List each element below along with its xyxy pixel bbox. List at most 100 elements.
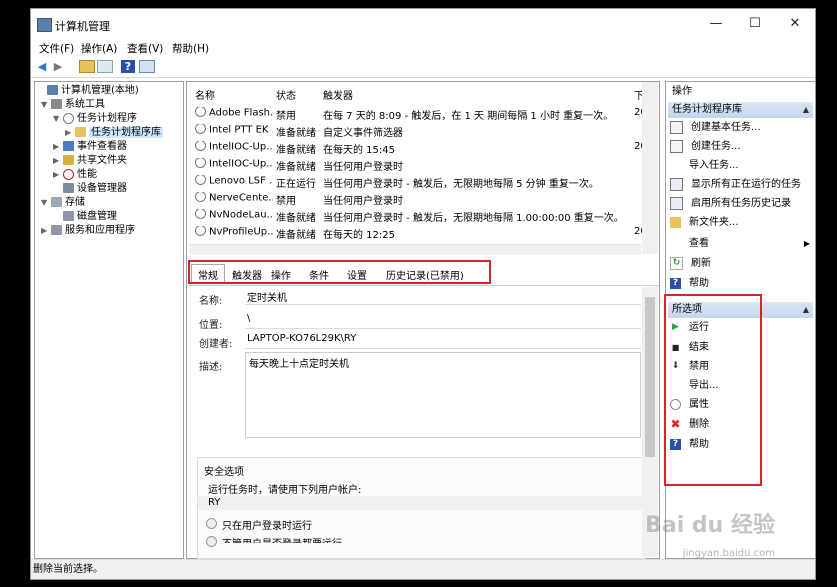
tree-disk-management[interactable]: 磁盘管理 [53, 210, 117, 224]
scrollbar-thumb[interactable] [645, 297, 655, 457]
security-options-title: 安全选项 [204, 467, 244, 478]
tree-system-tools[interactable]: ▼ 系统工具 [41, 98, 105, 112]
title-bar: 计算机管理 — ☐ ✕ [31, 9, 815, 39]
table-row[interactable]: IntelIOC-Up... 准备就绪 当任何用户登录时 [187, 156, 642, 173]
name-field[interactable]: 定时关机 [245, 288, 641, 305]
tree-shared-folders[interactable]: ▶ 共享文件夹 [53, 154, 127, 168]
tree-task-library[interactable]: ▶ 任务计划程序库 [65, 126, 163, 140]
action-new-folder[interactable]: 新文件夹... [670, 215, 739, 231]
status-bar: 删除当前选择。 [31, 559, 815, 579]
task-clock-icon [195, 158, 206, 168]
radio-logged-on-only[interactable] [206, 518, 217, 529]
task-list-horizontal-scrollbar[interactable] [189, 244, 641, 255]
tree-task-scheduler[interactable]: ▼ 任务计划程序 [53, 112, 137, 126]
security-options-group: 安全选项 运行任务时，请使用下列用户帐户: RY 只在用户登录时运行 不管用户是… [197, 457, 646, 559]
watermark-url: jingyan.baidu.com [682, 548, 775, 559]
location-field: \ [245, 312, 641, 329]
toolbar: ◀ ▶ ? [31, 57, 815, 78]
performance-icon [63, 168, 74, 180]
task-clock-icon [195, 141, 206, 151]
folder-up-icon[interactable] [79, 60, 95, 73]
menu-bar: 文件(F) 操作(A) 查看(V) 帮助(H) [31, 39, 815, 57]
table-row[interactable]: IntelIOC-Up... 准备就绪 在每天的 15:45 20 [187, 139, 647, 156]
radio-whether-logged-on[interactable] [206, 536, 217, 547]
action-import-task[interactable]: 导入任务... [670, 158, 739, 174]
tree-event-viewer[interactable]: ▶ 事件查看器 [53, 140, 127, 154]
collapse-up-icon[interactable]: ▲ [803, 102, 809, 118]
computer-management-window: 计算机管理 — ☐ ✕ 文件(F) 操作(A) 查看(V) 帮助(H) ◀ ▶ … [30, 8, 816, 580]
refresh-icon: ↻ [670, 256, 683, 270]
author-field: LAPTOP-KO76L29K\RY [245, 332, 641, 349]
task-details-pane: 名称 状态 触发器 下 Adobe Flash... 禁用 在每 7 天的 8:09… [186, 81, 660, 559]
menu-file[interactable]: 文件(F) [39, 41, 74, 56]
run-as-user-field: RY [198, 496, 645, 510]
back-arrow-icon[interactable]: ◀ [35, 60, 49, 73]
minimize-button[interactable]: — [698, 13, 734, 35]
table-row[interactable]: Adobe Flash... 禁用 在每 7 天的 8:09 - 触发后，在 1 天… [187, 105, 647, 122]
create-task-icon [670, 139, 683, 153]
run-as-label: 运行任务时，请使用下列用户帐户: [208, 485, 362, 496]
device-manager-icon [63, 183, 74, 193]
watermark-logo: Bai du 经验 [645, 513, 775, 538]
task-clock-icon [195, 209, 206, 219]
task-list-vertical-scrollbar[interactable] [642, 82, 658, 254]
action-show-running-tasks[interactable]: 显示所有正在运行的任务 [670, 177, 801, 193]
import-task-icon [670, 160, 681, 171]
tree-services[interactable]: ▶ 服务和应用程序 [41, 224, 135, 238]
close-button[interactable]: ✕ [777, 13, 813, 35]
shared-folder-icon [63, 155, 74, 165]
tree-device-manager[interactable]: 设备管理器 [53, 182, 127, 196]
section-task-library[interactable]: 任务计划程序库 ▲ [668, 102, 813, 118]
menu-help[interactable]: 帮助(H) [172, 41, 209, 56]
history-icon [670, 196, 683, 210]
maximize-button[interactable]: ☐ [737, 13, 773, 35]
help-icon[interactable]: ? [121, 60, 135, 73]
selected-item-highlight-box [664, 294, 762, 486]
task-list: 名称 状态 触发器 下 Adobe Flash... 禁用 在每 7 天的 8:09… [187, 82, 659, 255]
menu-view[interactable]: 查看(V) [127, 41, 163, 56]
services-icon [51, 225, 62, 235]
name-label: 名称: [199, 296, 223, 307]
column-status[interactable]: 状态 [276, 87, 296, 102]
app-icon [37, 18, 52, 32]
action-create-basic-task[interactable]: 创建基本任务... [670, 120, 761, 136]
tools-icon [51, 99, 62, 109]
tree-performance[interactable]: ▶ 性能 [53, 168, 97, 182]
action-refresh[interactable]: ↻ 刷新 [670, 256, 711, 272]
collapse-up-icon[interactable]: ▲ [803, 302, 809, 318]
forward-arrow-icon[interactable]: ▶ [51, 60, 65, 73]
description-label: 描述: [199, 362, 223, 373]
tree-root[interactable]: 计算机管理(本地) [37, 84, 139, 98]
task-clock-icon [195, 226, 206, 236]
create-basic-task-icon [670, 120, 683, 134]
new-folder-icon [670, 216, 681, 228]
disk-icon [63, 211, 74, 221]
task-clock-icon [195, 175, 206, 185]
storage-icon [51, 197, 62, 207]
task-clock-icon [195, 107, 206, 117]
action-help[interactable]: ? 帮助 [670, 276, 709, 292]
table-row[interactable]: NvProfileUp... 准备就绪 在每天的 12:25 20 [187, 224, 647, 241]
action-create-task[interactable]: 创建任务... [670, 139, 741, 155]
action-view[interactable]: 查看 ▶ [670, 236, 810, 252]
tree-storage[interactable]: ▼ 存储 [41, 196, 85, 210]
action-enable-history[interactable]: 启用所有任务历史记录 [670, 196, 791, 212]
menu-action[interactable]: 操作(A) [81, 41, 117, 56]
help-icon: ? [670, 277, 681, 289]
show-hide-tree-icon[interactable] [97, 60, 113, 73]
folder-icon [75, 127, 86, 137]
console-tree: 计算机管理(本地) ▼ 系统工具 ▼ 任务计划程序 ▶ 任务计划程序库 ▶ 事件查看器 … [34, 81, 184, 559]
column-name[interactable]: 名称 [195, 87, 215, 102]
table-row[interactable]: NerveCente... 禁用 当任何用户登录时 [187, 190, 642, 207]
event-viewer-icon [63, 141, 74, 151]
section-task-library-label: 任务计划程序库 [672, 104, 742, 115]
radio-logged-on-only-label: 只在用户登录时运行 [222, 521, 312, 532]
radio-whether-logged-on-label: 不管用户是否登录都要运行 [222, 535, 342, 543]
description-field[interactable]: 每天晚上十点定时关机 [245, 352, 641, 438]
table-row[interactable]: NvNodeLau... 准备就绪 当任何用户登录时 - 触发后，无限期地每隔 1.… [187, 207, 642, 224]
column-trigger[interactable]: 触发器 [323, 87, 353, 102]
table-row[interactable]: Intel PTT EK ...准备就绪自定义事件筛选器 [187, 122, 642, 139]
show-action-pane-icon[interactable] [139, 60, 155, 73]
task-clock-icon [195, 192, 206, 202]
table-row[interactable]: Lenovo LSF ... 正在运行 当任何用户登录时 - 触发后，无限期地每隔 … [187, 173, 642, 190]
